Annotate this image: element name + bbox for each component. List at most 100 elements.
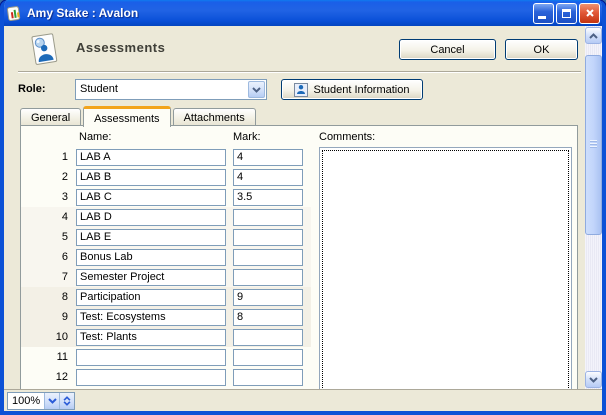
assessment-mark-input[interactable]: [233, 289, 303, 306]
assessment-row-9: 9: [21, 307, 311, 327]
assessment-mark-input[interactable]: [233, 329, 303, 346]
zoom-spinner[interactable]: [59, 393, 74, 409]
chevron-down-icon[interactable]: [248, 81, 265, 98]
row-number: 7: [21, 271, 68, 283]
zoom-level-value: 100%: [8, 393, 44, 409]
zoom-dropdown-button[interactable]: [44, 393, 59, 409]
comments-box: [319, 147, 572, 389]
content-area: Assessments Cancel OK Role: Student: [4, 26, 585, 389]
role-selected-value: Student: [80, 83, 118, 95]
assessment-name-input[interactable]: [76, 369, 226, 386]
assessment-mark-input[interactable]: [233, 229, 303, 246]
assessment-name-input[interactable]: [76, 149, 226, 166]
close-button[interactable]: [579, 3, 600, 24]
chevron-down-icon: [48, 398, 57, 404]
tab-assessments[interactable]: Assessments: [83, 106, 170, 127]
row-number: 9: [21, 311, 68, 323]
assessment-row-2: 2: [21, 167, 311, 187]
zoom-control: 100%: [7, 392, 75, 410]
app-icon: [6, 5, 22, 21]
name-column-header: Name:: [79, 131, 111, 143]
tab-attachments[interactable]: Attachments: [173, 108, 256, 126]
ok-button[interactable]: OK: [505, 39, 578, 60]
chevron-up-icon: [589, 33, 598, 39]
scrollbar-thumb[interactable]: [585, 55, 602, 235]
assessment-name-input[interactable]: [76, 329, 226, 346]
assessment-rows: 1 2 3 4: [21, 147, 311, 389]
assessment-name-input[interactable]: [76, 189, 226, 206]
assessment-name-input[interactable]: [76, 269, 226, 286]
cancel-button[interactable]: Cancel: [399, 39, 496, 60]
assessment-mark-input[interactable]: [233, 309, 303, 326]
window-body: Assessments Cancel OK Role: Student: [4, 26, 602, 411]
row-number: 3: [21, 191, 68, 203]
assessment-row-7: 7: [21, 267, 311, 287]
assessment-row-10: 10: [21, 327, 311, 347]
assessments-person-card-icon: [28, 31, 62, 69]
assessment-row-1: 1: [21, 147, 311, 167]
assessment-name-input[interactable]: [76, 389, 226, 390]
assessment-name-input[interactable]: [76, 349, 226, 366]
assessment-name-input[interactable]: [76, 249, 226, 266]
role-label: Role:: [18, 83, 46, 95]
vertical-scrollbar[interactable]: [585, 26, 602, 389]
minimize-button[interactable]: [533, 3, 554, 24]
row-number: 6: [21, 251, 68, 263]
assessment-mark-input[interactable]: [233, 249, 303, 266]
mark-column-header: Mark:: [233, 131, 261, 143]
assessment-row-11: 11: [21, 347, 311, 367]
assessment-mark-input[interactable]: [233, 349, 303, 366]
close-icon: [585, 8, 595, 18]
row-number: 4: [21, 211, 68, 223]
maximize-button[interactable]: [556, 3, 577, 24]
scroll-up-button[interactable]: [585, 27, 602, 44]
assessment-name-input[interactable]: [76, 169, 226, 186]
assessment-row-5: 5: [21, 227, 311, 247]
student-information-label: Student Information: [313, 84, 409, 96]
maximize-icon: [562, 9, 571, 18]
row-number: 10: [21, 331, 68, 343]
assessment-mark-input[interactable]: [233, 389, 303, 390]
window-title: Amy Stake : Avalon: [27, 6, 533, 20]
tab-bar: General Assessments Attachments: [20, 105, 258, 126]
assessment-row-4: 4: [21, 207, 311, 227]
chevron-down-icon: [589, 377, 598, 383]
scroll-down-button[interactable]: [585, 371, 602, 388]
assessments-panel: Name: Mark: Comments: 1 2 3: [20, 125, 578, 389]
page-header: Assessments Cancel OK: [4, 26, 585, 71]
header-divider: [18, 71, 581, 73]
status-bar: 100%: [4, 389, 602, 411]
row-number: 1: [21, 151, 68, 163]
comments-column-header: Comments:: [319, 131, 375, 143]
assessment-mark-input[interactable]: [233, 209, 303, 226]
assessment-name-input[interactable]: [76, 309, 226, 326]
assessment-name-input[interactable]: [76, 209, 226, 226]
assessment-name-input[interactable]: [76, 289, 226, 306]
assessment-name-input[interactable]: [76, 229, 226, 246]
assessment-mark-input[interactable]: [233, 169, 303, 186]
row-number: 12: [21, 371, 68, 383]
titlebar[interactable]: Amy Stake : Avalon: [0, 0, 606, 26]
student-information-button[interactable]: Student Information: [281, 79, 423, 100]
row-number: 5: [21, 231, 68, 243]
assessment-mark-input[interactable]: [233, 369, 303, 386]
application-window: Amy Stake : Avalon: [0, 0, 606, 415]
row-number: 8: [21, 291, 68, 303]
assessment-row-8: 8: [21, 287, 311, 307]
page-title: Assessments: [76, 40, 165, 55]
assessment-row-12: 12: [21, 367, 311, 387]
assessment-mark-input[interactable]: [233, 149, 303, 166]
role-row: Role: Student Student Information: [4, 78, 585, 102]
assessment-row-13-clipped: [21, 387, 311, 389]
person-icon: [294, 83, 308, 97]
assessment-mark-input[interactable]: [233, 189, 303, 206]
assessment-row-6: 6: [21, 247, 311, 267]
row-number: 11: [21, 351, 68, 363]
role-select[interactable]: Student: [75, 79, 267, 100]
minimize-icon: [538, 16, 546, 19]
comments-input[interactable]: [322, 150, 569, 389]
scrollbar-grip: [590, 140, 597, 149]
assessment-mark-input[interactable]: [233, 269, 303, 286]
assessment-row-3: 3: [21, 187, 311, 207]
tab-general[interactable]: General: [20, 108, 81, 126]
